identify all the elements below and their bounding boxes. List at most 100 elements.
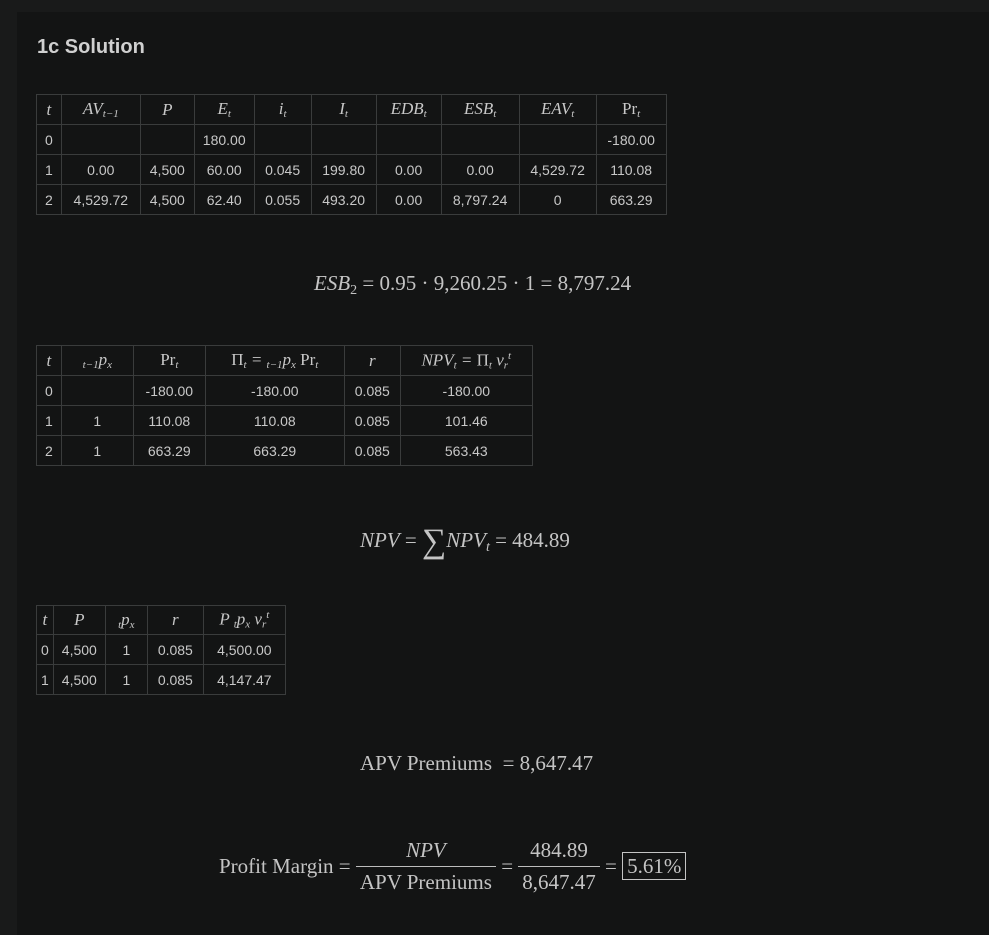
- profit-margin-label: Profit Margin: [219, 854, 334, 878]
- npv-t-symbol: NPV: [446, 528, 486, 552]
- table-row: 1 0.00 4,500 60.00 0.045 199.80 0.00 0.0…: [36, 154, 667, 185]
- table-cell: [139, 124, 195, 155]
- table-row: 1 4,500 1 0.085 4,147.47: [36, 664, 286, 695]
- table-cell: 4,500: [139, 154, 195, 185]
- table-cell: 60.00: [193, 154, 255, 185]
- table-cell: 0.085: [343, 435, 401, 466]
- table-cell: 493.20: [310, 184, 377, 215]
- table-cell: 0: [36, 124, 62, 155]
- table-header-row: t AVt−1 P Et it It EDBt ESBt EAVt Prt: [36, 94, 667, 125]
- table-cell: 0.055: [253, 184, 312, 215]
- table-cell: 180.00: [193, 124, 255, 155]
- table-cell: 1: [60, 405, 134, 436]
- table-cell: 0.00: [440, 154, 520, 185]
- section-title: 1c Solution: [37, 36, 145, 58]
- table-cell: 4,147.47: [202, 664, 286, 695]
- table-cell: 663.29: [132, 435, 206, 466]
- symbolic-fraction: NPV APV Premiums: [355, 838, 496, 895]
- header-interest: It: [310, 94, 377, 125]
- header-survival: t−1px: [60, 345, 134, 376]
- table-cell: 0: [518, 184, 597, 215]
- numeric-fraction: 484.89 8,647.47: [518, 838, 600, 895]
- header-survival: tpx: [104, 605, 148, 635]
- header-p: P: [52, 605, 106, 635]
- table-cell: [60, 124, 141, 155]
- cashflow-table: t AVt−1 P Et it It EDBt ESBt EAVt Prt 0 …: [36, 94, 667, 215]
- npv-symbol: NPV: [360, 528, 400, 552]
- profit-table: t t−1px Prt Πt = t−1px Prt r NPVt = Πt v…: [36, 345, 533, 466]
- apv-result: = 8,647.47: [502, 751, 594, 775]
- apv-value: 8,647.47: [522, 870, 596, 894]
- table-cell: [440, 124, 520, 155]
- table-cell: [253, 124, 312, 155]
- header-t: t: [36, 345, 62, 376]
- npv-result: = 484.89: [495, 528, 570, 552]
- esb-result: = 0.95 · 9,260.25 · 1 = 8,797.24: [362, 271, 632, 295]
- table-cell: 0.085: [146, 664, 204, 695]
- header-p: P: [139, 94, 195, 125]
- table-cell: 0.00: [375, 184, 442, 215]
- header-t: t: [36, 94, 62, 125]
- header-pv: P tpx vrt: [202, 605, 286, 635]
- table-row: 0 -180.00 -180.00 0.085 -180.00: [36, 375, 533, 406]
- npv-numerator: NPV: [406, 838, 446, 862]
- apv-denominator: APV Premiums: [359, 870, 492, 894]
- table-cell: 1: [36, 664, 54, 695]
- premium-table: t P tpx r P tpx vrt 0 4,500 1 0.085 4,50…: [36, 605, 286, 695]
- table-row: 2 1 663.29 663.29 0.085 563.43: [36, 435, 533, 466]
- table-cell: 0.00: [60, 154, 141, 185]
- table-cell: 1: [36, 405, 62, 436]
- table-cell: 0.085: [343, 375, 401, 406]
- table-cell: 0.00: [375, 154, 442, 185]
- table-cell: 1: [36, 154, 62, 185]
- table-cell: -180.00: [595, 124, 667, 155]
- header-pi: Πt = t−1px Prt: [204, 345, 345, 376]
- header-t: t: [36, 605, 54, 635]
- header-r: r: [343, 345, 401, 376]
- header-av: AVt−1: [60, 94, 141, 125]
- table-cell: 1: [104, 664, 148, 695]
- table-cell: -180.00: [132, 375, 206, 406]
- table-cell: 101.46: [399, 405, 533, 436]
- table-cell: 563.43: [399, 435, 533, 466]
- header-eav: EAVt: [518, 94, 597, 125]
- esb-subscript: 2: [350, 283, 358, 298]
- table-cell: [375, 124, 442, 155]
- table-cell: 4,500.00: [202, 634, 286, 665]
- header-e: Et: [193, 94, 255, 125]
- table-cell: 199.80: [310, 154, 377, 185]
- table-cell: 1: [104, 634, 148, 665]
- table-cell: [60, 375, 134, 406]
- table-cell: 0.085: [343, 405, 401, 436]
- table-row: 1 1 110.08 110.08 0.085 101.46: [36, 405, 533, 436]
- table-row: 0 180.00 -180.00: [36, 124, 667, 155]
- table-cell: 110.08: [204, 405, 345, 436]
- header-pr: Prt: [595, 94, 667, 125]
- table-cell: 0: [36, 634, 54, 665]
- table-cell: 4,500: [52, 664, 106, 695]
- table-cell: [310, 124, 377, 155]
- profit-margin-equation: Profit Margin = NPV APV Premiums = 484.8…: [219, 838, 687, 895]
- profit-margin-result: 5.61%: [622, 852, 687, 880]
- apv-equation: APV Premiums = 8,647.47: [360, 751, 593, 776]
- table-cell: 8,797.24: [440, 184, 520, 215]
- table-cell: 2: [36, 184, 62, 215]
- table-header-row: t P tpx r P tpx vrt: [36, 605, 286, 635]
- table-cell: 2: [36, 435, 62, 466]
- table-cell: -180.00: [399, 375, 533, 406]
- table-header-row: t t−1px Prt Πt = t−1px Prt r NPVt = Πt v…: [36, 345, 533, 376]
- table-cell: 4,529.72: [60, 184, 141, 215]
- npv-value: 484.89: [518, 838, 600, 867]
- table-cell: 0.085: [146, 634, 204, 665]
- header-edb: EDBt: [375, 94, 442, 125]
- table-row: 0 4,500 1 0.085 4,500.00: [36, 634, 286, 665]
- table-cell: 110.08: [595, 154, 667, 185]
- esb-symbol: ESB: [314, 271, 351, 295]
- header-esb: ESBt: [440, 94, 520, 125]
- table-row: 2 4,529.72 4,500 62.40 0.055 493.20 0.00…: [36, 184, 667, 215]
- table-cell: 4,500: [139, 184, 195, 215]
- esb-equation: ESB2 = 0.95 · 9,260.25 · 1 = 8,797.24: [314, 271, 631, 299]
- npv-equation: NPV = ∑NPVt = 484.89: [360, 523, 570, 560]
- header-pr: Prt: [132, 345, 206, 376]
- sum-symbol: ∑: [422, 523, 447, 560]
